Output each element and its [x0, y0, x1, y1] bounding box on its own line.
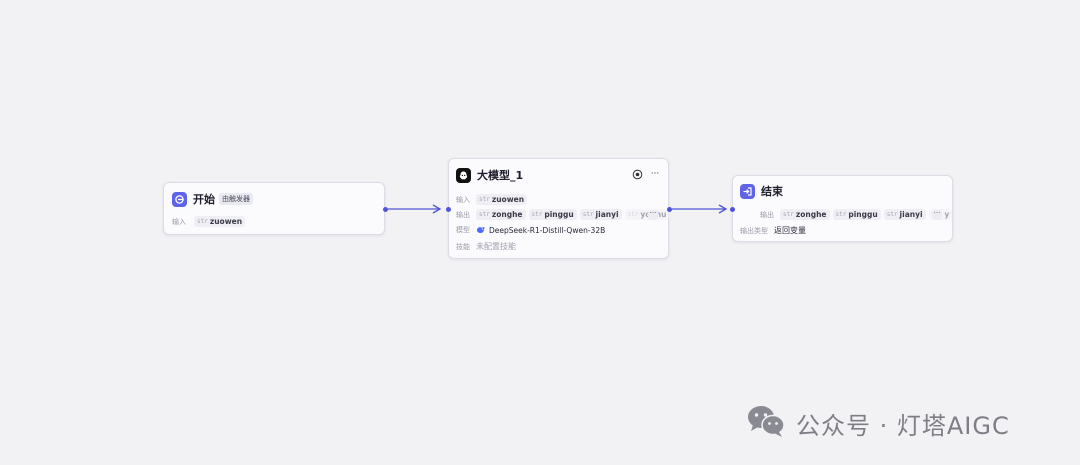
node-menu-icon[interactable]: ···: [648, 168, 662, 180]
variable-chip: str zuowen: [476, 194, 528, 205]
edge-start-to-llm: [388, 204, 442, 214]
output-type-label: 输出类型: [740, 226, 768, 235]
start-icon: [172, 191, 187, 207]
end-node-title: 结束: [761, 185, 783, 198]
wechat-icon: [746, 403, 788, 443]
trigger-badge: 由触发器: [219, 193, 253, 205]
llm-node[interactable]: 大模型_1 ··· 输入 str zuowen 输出 str zonghe str p…: [446, 158, 672, 259]
model-label: 模型: [456, 226, 470, 234]
variable-chip: str zuowen: [194, 216, 246, 227]
llm-node-title: 大模型_1: [477, 169, 524, 182]
edge-llm-to-end: [672, 204, 728, 214]
llm-input-port[interactable]: [446, 207, 451, 212]
variable-chip: str zonghe: [476, 209, 526, 220]
skills-value: 未配置技能: [476, 242, 516, 251]
start-output-port[interactable]: [383, 207, 388, 212]
llm-icon: [456, 167, 471, 183]
variable-chip: str jianyi: [579, 209, 622, 220]
watermark: 公众号 · 灯塔AIGC: [746, 403, 1010, 443]
variable-chip: str zonghe: [780, 209, 830, 220]
start-node-title: 开始: [193, 193, 215, 206]
deepseek-icon: [476, 226, 486, 234]
output-label: 输出: [456, 210, 470, 219]
skills-label: 技能: [456, 242, 470, 251]
run-node-icon[interactable]: [632, 169, 643, 180]
variable-chip: str pinggu: [528, 209, 577, 220]
start-node[interactable]: 开始 由触发器 输入 str zuowen: [163, 182, 388, 235]
more-outputs-button[interactable]: ···: [932, 210, 942, 220]
more-outputs-button[interactable]: ···: [648, 210, 658, 220]
llm-output-port[interactable]: [667, 207, 672, 212]
end-icon: [740, 183, 755, 199]
variable-chip: str jianyi: [883, 209, 926, 220]
output-type-value: 返回变量: [774, 226, 806, 235]
end-node[interactable]: 结束 输出 strzonghe strpinggu strjianyi stry…: [730, 175, 953, 242]
watermark-text: 公众号 · 灯塔AIGC: [796, 411, 1010, 440]
output-label: 输出: [760, 210, 774, 219]
model-name: DeepSeek-R1-Distill-Qwen-32B: [489, 225, 606, 235]
input-label: 输入: [456, 195, 470, 204]
end-input-port[interactable]: [730, 207, 735, 212]
variable-chip: str pinggu: [832, 209, 881, 220]
workflow-canvas[interactable]: 开始 由触发器 输入 str zuowen 大模型_1 ··· 输入 str z…: [0, 0, 1080, 465]
input-label: 输入: [172, 217, 186, 226]
